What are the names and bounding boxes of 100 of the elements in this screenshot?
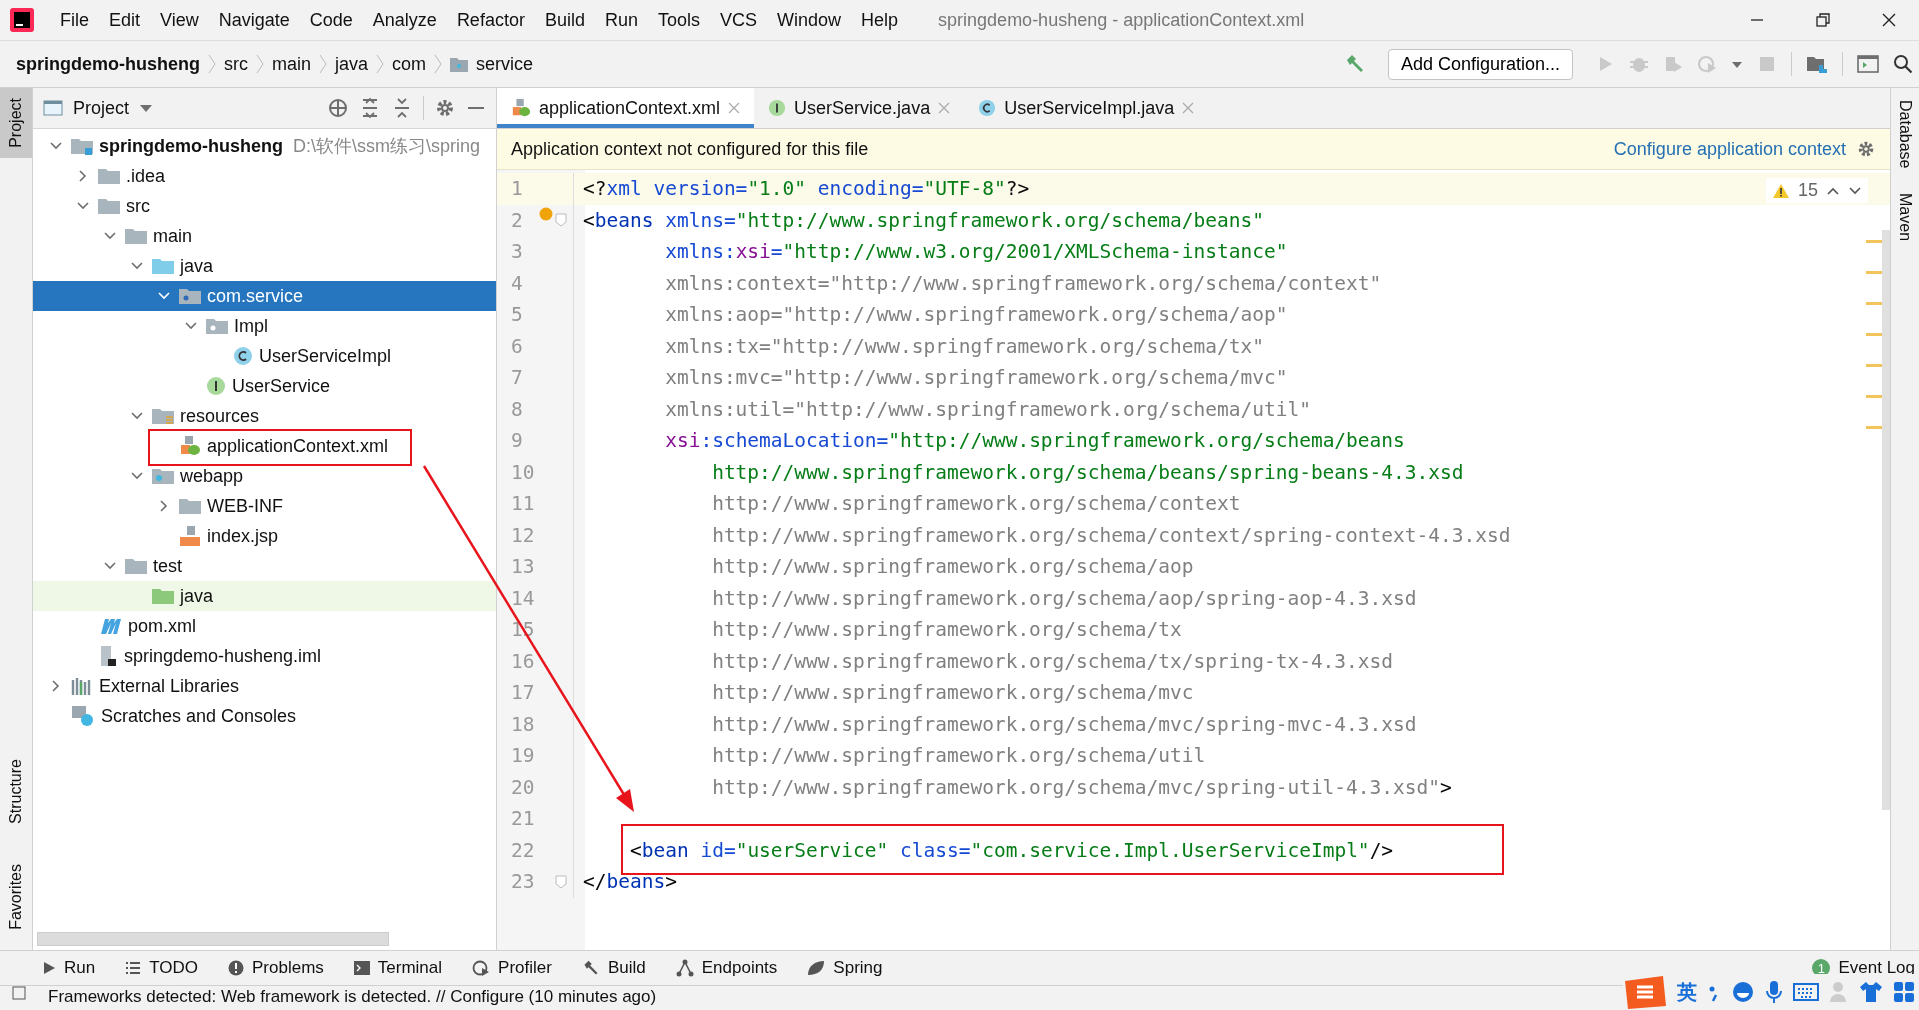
scrollbar[interactable] (1882, 230, 1890, 810)
fold-marker-icon[interactable] (555, 874, 567, 889)
locate-icon[interactable] (327, 97, 349, 119)
tree-item[interactable]: UserService (33, 371, 496, 401)
tree-item-label: java (180, 585, 214, 607)
tree-item[interactable]: Impl (33, 311, 496, 341)
breadcrumb[interactable]: com (392, 53, 427, 75)
tree-item[interactable]: resources (33, 401, 496, 431)
tool-window-button[interactable]: TODO (125, 958, 202, 978)
menu-item[interactable]: Code (299, 9, 363, 31)
tree-item[interactable]: webapp (33, 461, 496, 491)
tool-window-tab[interactable]: Database (1891, 88, 1919, 181)
menu-item[interactable]: File (50, 9, 99, 31)
menu-item[interactable]: VCS (710, 9, 767, 31)
terminal-window-icon[interactable] (1857, 54, 1879, 74)
code-line: http://www.springframework.org/schema/beans/spring-beans-4.3.xsd (711, 460, 1464, 484)
tree-item[interactable]: src (33, 191, 496, 221)
menu-item[interactable]: Refactor (446, 9, 535, 31)
shirt-icon[interactable] (1859, 981, 1883, 1003)
code-line: xmlns:context="http://www.springframework.org/schema/context" (664, 271, 1382, 295)
input-mode[interactable]: 英 (1677, 978, 1697, 1006)
tool-window-tab[interactable]: Structure (0, 749, 32, 835)
tree-item[interactable]: java (33, 581, 496, 611)
settings-icon[interactable] (1856, 139, 1876, 159)
project-structure-icon[interactable] (1806, 54, 1828, 74)
tree-item[interactable]: applicationContext.xml (33, 431, 496, 461)
editor-tab[interactable]: applicationContext.xml (497, 88, 755, 128)
tool-window-button[interactable]: Endpoints (675, 958, 782, 978)
tree-item[interactable]: WEB-INF (33, 491, 496, 521)
tool-window-button[interactable]: Run (42, 958, 100, 978)
tool-window-button[interactable]: Spring (807, 958, 887, 978)
tree-item-label: java (180, 255, 214, 277)
menu-item[interactable]: Run (594, 9, 648, 31)
warning-count[interactable]: 15 (1797, 180, 1818, 201)
breadcrumb[interactable]: java (335, 53, 369, 75)
search-icon[interactable] (1893, 54, 1913, 74)
editor-tab[interactable]: UserServiceImpl.java (964, 88, 1209, 128)
ime-logo-icon[interactable] (1623, 975, 1667, 1009)
breadcrumb[interactable]: src (224, 53, 248, 75)
code-line: <bean id="userService" class="com.service.Impl.UserServiceImpl"/> (628, 838, 1394, 862)
tool-window-button[interactable]: Profiler (472, 958, 556, 978)
menu-item[interactable]: Edit (99, 9, 151, 31)
menu-item[interactable]: View (150, 9, 209, 31)
breadcrumb[interactable]: main (272, 53, 311, 75)
tree-item[interactable]: java (33, 251, 496, 281)
folder-icon (98, 167, 120, 185)
tree-item-label: UserService (232, 375, 331, 397)
menu-item[interactable]: Navigate (208, 9, 300, 31)
status-toggle-icon[interactable] (12, 986, 26, 1000)
tool-window-button[interactable]: Build (581, 958, 650, 978)
tree-item[interactable]: test (33, 551, 496, 581)
tree-item[interactable]: index.jsp (33, 521, 496, 551)
restore-icon[interactable] (1815, 12, 1831, 28)
code-line: http://www.springframework.org/schema/tx (711, 618, 1182, 642)
microphone-icon[interactable] (1765, 980, 1783, 1004)
tree-item[interactable]: main (33, 221, 496, 251)
smiley-icon[interactable] (1731, 980, 1755, 1004)
keyboard-icon[interactable] (1793, 982, 1819, 1002)
code-line: http://www.springframework.org/schema/tx/spring-tx-4.3.xsd (711, 649, 1394, 673)
line-number: 8 (510, 397, 524, 421)
intention-dot-icon[interactable] (539, 206, 553, 221)
banner-message: Application context not configured for this file (511, 138, 869, 160)
grid-icon[interactable] (1893, 981, 1915, 1003)
menu-item[interactable]: Window (767, 9, 852, 31)
tree-item-label: Impl (234, 315, 268, 337)
menu-item[interactable]: Tools (647, 9, 710, 31)
breadcrumb[interactable]: springdemo-husheng (16, 53, 200, 75)
tool-window-tab[interactable]: Project (0, 88, 32, 158)
fold-marker-icon[interactable] (555, 213, 567, 228)
app-logo-icon (10, 8, 34, 32)
menu-item[interactable]: Analyze (362, 9, 447, 31)
tree-item[interactable]: UserServiceImpl (33, 341, 496, 371)
tool-window-button[interactable]: Terminal (353, 958, 447, 978)
menu-item[interactable]: Help (851, 9, 909, 31)
configure-link[interactable]: Configure application context (1613, 138, 1846, 160)
panel-title[interactable]: Project (73, 97, 130, 119)
tree-item[interactable]: pom.xml (33, 611, 496, 641)
code-line: xmlns:util="http://www.springframework.org/schema/util" (664, 397, 1311, 421)
tool-window-button[interactable]: Problems (228, 958, 328, 978)
tree-item[interactable]: com.service (33, 281, 496, 311)
tree-item[interactable]: springdemo-husheng.iml (33, 641, 496, 671)
settings-icon[interactable] (434, 97, 456, 119)
menu-item[interactable]: Build (534, 9, 595, 31)
tool-window-tab[interactable]: Maven (1891, 180, 1919, 253)
code-line: http://www.springframework.org/schema/mvc/spring-util-4.3.xsd"> (711, 775, 1452, 799)
leaf-icon (807, 960, 826, 976)
tree-item-label: applicationContext.xml (207, 435, 389, 457)
tree-item[interactable]: .idea (33, 161, 496, 191)
add-configuration-button[interactable]: Add Configuration... (1387, 48, 1573, 80)
tool-window-tab[interactable]: Favorites (0, 854, 32, 940)
close-icon[interactable] (1881, 12, 1897, 28)
editor-tab[interactable]: UserService.java (754, 88, 965, 128)
tree-item[interactable]: External Libraries (33, 671, 496, 701)
breadcrumb[interactable]: service (476, 53, 534, 75)
code-line: http://www.springframework.org/schema/util (711, 744, 1206, 768)
tree-item[interactable]: springdemo-husheng D:\软件\ssm练习\spring (33, 131, 496, 161)
tree-item[interactable]: Scratches and Consoles (33, 701, 496, 731)
interface-icon (206, 376, 226, 396)
warning-icon[interactable] (1771, 182, 1790, 199)
scrollbar[interactable] (37, 932, 389, 946)
